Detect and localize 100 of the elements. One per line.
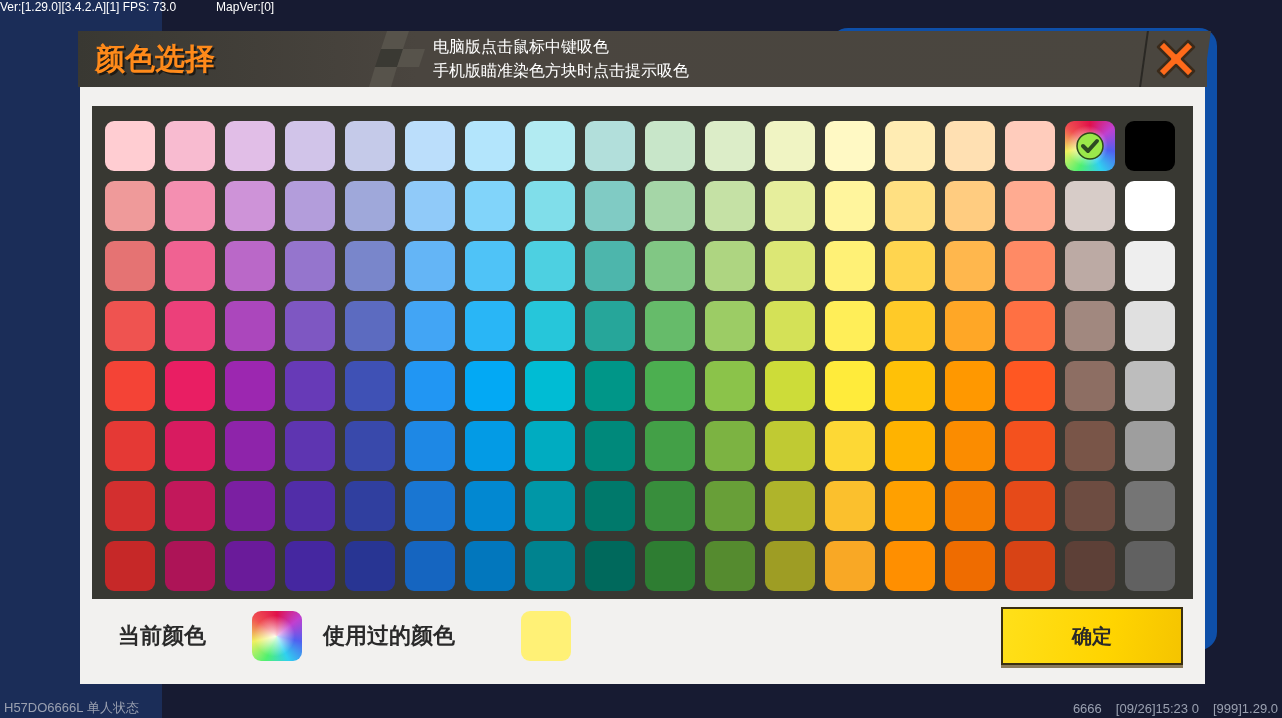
color-swatch[interactable] <box>105 121 155 171</box>
color-swatch[interactable] <box>825 301 875 351</box>
color-swatch[interactable] <box>525 301 575 351</box>
color-swatch[interactable] <box>405 181 455 231</box>
color-swatch[interactable] <box>945 481 995 531</box>
color-swatch[interactable] <box>405 361 455 411</box>
color-swatch[interactable] <box>165 541 215 591</box>
color-swatch[interactable] <box>345 421 395 471</box>
color-swatch[interactable] <box>585 181 635 231</box>
color-swatch[interactable] <box>825 181 875 231</box>
color-swatch[interactable] <box>405 301 455 351</box>
color-swatch[interactable] <box>765 301 815 351</box>
color-swatch[interactable] <box>1125 421 1175 471</box>
color-swatch[interactable] <box>1125 241 1175 291</box>
color-swatch[interactable] <box>765 241 815 291</box>
color-swatch[interactable] <box>705 361 755 411</box>
color-swatch[interactable] <box>1125 301 1175 351</box>
color-swatch[interactable] <box>105 421 155 471</box>
color-swatch[interactable] <box>945 121 995 171</box>
color-swatch[interactable] <box>585 301 635 351</box>
color-swatch[interactable] <box>945 541 995 591</box>
color-swatch[interactable] <box>765 421 815 471</box>
color-swatch[interactable] <box>885 181 935 231</box>
color-swatch[interactable] <box>1065 121 1115 171</box>
color-swatch[interactable] <box>825 421 875 471</box>
color-swatch[interactable] <box>705 541 755 591</box>
color-swatch[interactable] <box>105 301 155 351</box>
color-swatch[interactable] <box>765 481 815 531</box>
color-swatch[interactable] <box>585 121 635 171</box>
color-swatch[interactable] <box>525 361 575 411</box>
color-swatch[interactable] <box>585 541 635 591</box>
color-swatch[interactable] <box>1125 541 1175 591</box>
color-swatch[interactable] <box>225 541 275 591</box>
color-swatch[interactable] <box>465 421 515 471</box>
color-swatch[interactable] <box>1065 361 1115 411</box>
color-swatch[interactable] <box>1005 421 1055 471</box>
color-swatch[interactable] <box>165 241 215 291</box>
color-swatch[interactable] <box>465 121 515 171</box>
color-swatch[interactable] <box>1125 481 1175 531</box>
color-swatch[interactable] <box>225 181 275 231</box>
color-swatch[interactable] <box>1065 481 1115 531</box>
color-swatch[interactable] <box>645 241 695 291</box>
color-swatch[interactable] <box>1125 181 1175 231</box>
close-button[interactable] <box>1139 31 1211 87</box>
color-swatch[interactable] <box>765 361 815 411</box>
color-swatch[interactable] <box>345 361 395 411</box>
color-swatch[interactable] <box>225 301 275 351</box>
color-swatch[interactable] <box>1005 481 1055 531</box>
color-swatch[interactable] <box>345 121 395 171</box>
color-swatch[interactable] <box>1065 181 1115 231</box>
color-swatch[interactable] <box>1005 241 1055 291</box>
color-swatch[interactable] <box>765 181 815 231</box>
color-swatch[interactable] <box>885 481 935 531</box>
color-swatch[interactable] <box>165 301 215 351</box>
color-swatch[interactable] <box>285 241 335 291</box>
color-swatch[interactable] <box>885 421 935 471</box>
color-swatch[interactable] <box>405 241 455 291</box>
color-swatch[interactable] <box>765 121 815 171</box>
color-swatch[interactable] <box>165 361 215 411</box>
color-swatch[interactable] <box>285 301 335 351</box>
color-swatch[interactable] <box>1125 361 1175 411</box>
color-swatch[interactable] <box>825 241 875 291</box>
color-swatch[interactable] <box>465 241 515 291</box>
color-swatch[interactable] <box>525 541 575 591</box>
color-swatch[interactable] <box>1005 181 1055 231</box>
color-swatch[interactable] <box>105 541 155 591</box>
color-swatch[interactable] <box>345 301 395 351</box>
color-swatch[interactable] <box>345 241 395 291</box>
color-swatch[interactable] <box>405 541 455 591</box>
color-swatch[interactable] <box>1065 541 1115 591</box>
color-swatch[interactable] <box>645 481 695 531</box>
color-swatch[interactable] <box>645 421 695 471</box>
color-swatch[interactable] <box>345 481 395 531</box>
color-swatch[interactable] <box>825 541 875 591</box>
color-swatch[interactable] <box>285 421 335 471</box>
color-swatch[interactable] <box>465 301 515 351</box>
color-swatch[interactable] <box>405 121 455 171</box>
color-swatch[interactable] <box>705 121 755 171</box>
color-swatch[interactable] <box>225 121 275 171</box>
color-swatch[interactable] <box>825 481 875 531</box>
color-swatch[interactable] <box>225 361 275 411</box>
color-swatch[interactable] <box>1005 121 1055 171</box>
color-swatch[interactable] <box>1005 301 1055 351</box>
color-swatch[interactable] <box>645 121 695 171</box>
color-swatch[interactable] <box>645 181 695 231</box>
color-swatch[interactable] <box>945 241 995 291</box>
color-swatch[interactable] <box>705 481 755 531</box>
color-swatch[interactable] <box>285 361 335 411</box>
color-swatch[interactable] <box>525 421 575 471</box>
color-swatch[interactable] <box>225 241 275 291</box>
color-swatch[interactable] <box>285 181 335 231</box>
color-swatch[interactable] <box>165 181 215 231</box>
color-swatch[interactable] <box>165 481 215 531</box>
color-swatch[interactable] <box>465 181 515 231</box>
color-swatch[interactable] <box>645 541 695 591</box>
confirm-button[interactable]: 确定 <box>1001 607 1183 665</box>
color-swatch[interactable] <box>825 121 875 171</box>
color-swatch[interactable] <box>465 361 515 411</box>
color-swatch[interactable] <box>585 421 635 471</box>
color-swatch[interactable] <box>105 241 155 291</box>
